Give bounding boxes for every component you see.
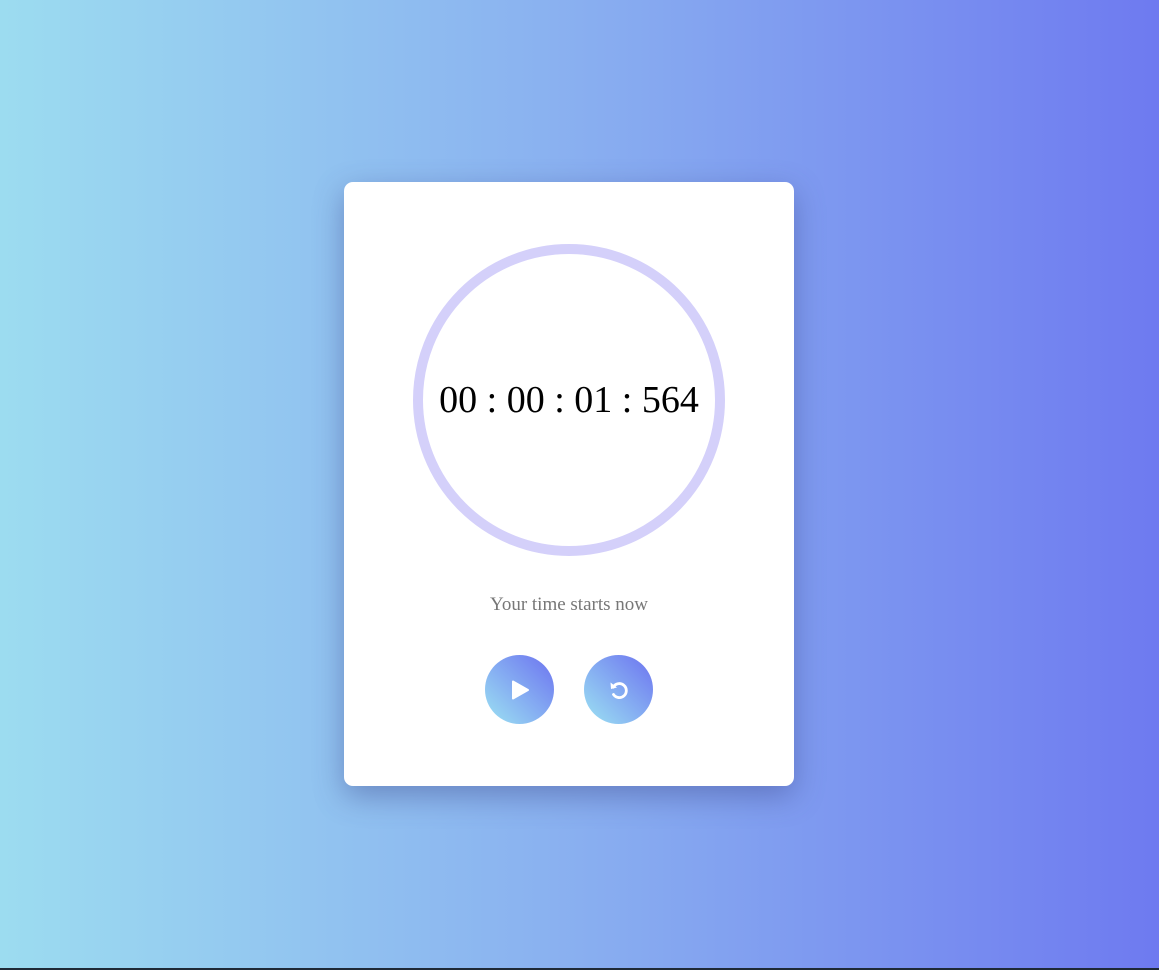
play-button[interactable] [485, 655, 554, 724]
stopwatch-card: 00 : 00 : 01 : 564 Your time starts now [344, 182, 794, 786]
timer-ring: 00 : 00 : 01 : 564 [413, 244, 725, 556]
time-display: 00 : 00 : 01 : 564 [439, 379, 699, 421]
reset-button[interactable] [584, 655, 653, 724]
status-caption: Your time starts now [490, 594, 648, 615]
reset-icon [607, 678, 631, 702]
play-icon [509, 679, 531, 701]
